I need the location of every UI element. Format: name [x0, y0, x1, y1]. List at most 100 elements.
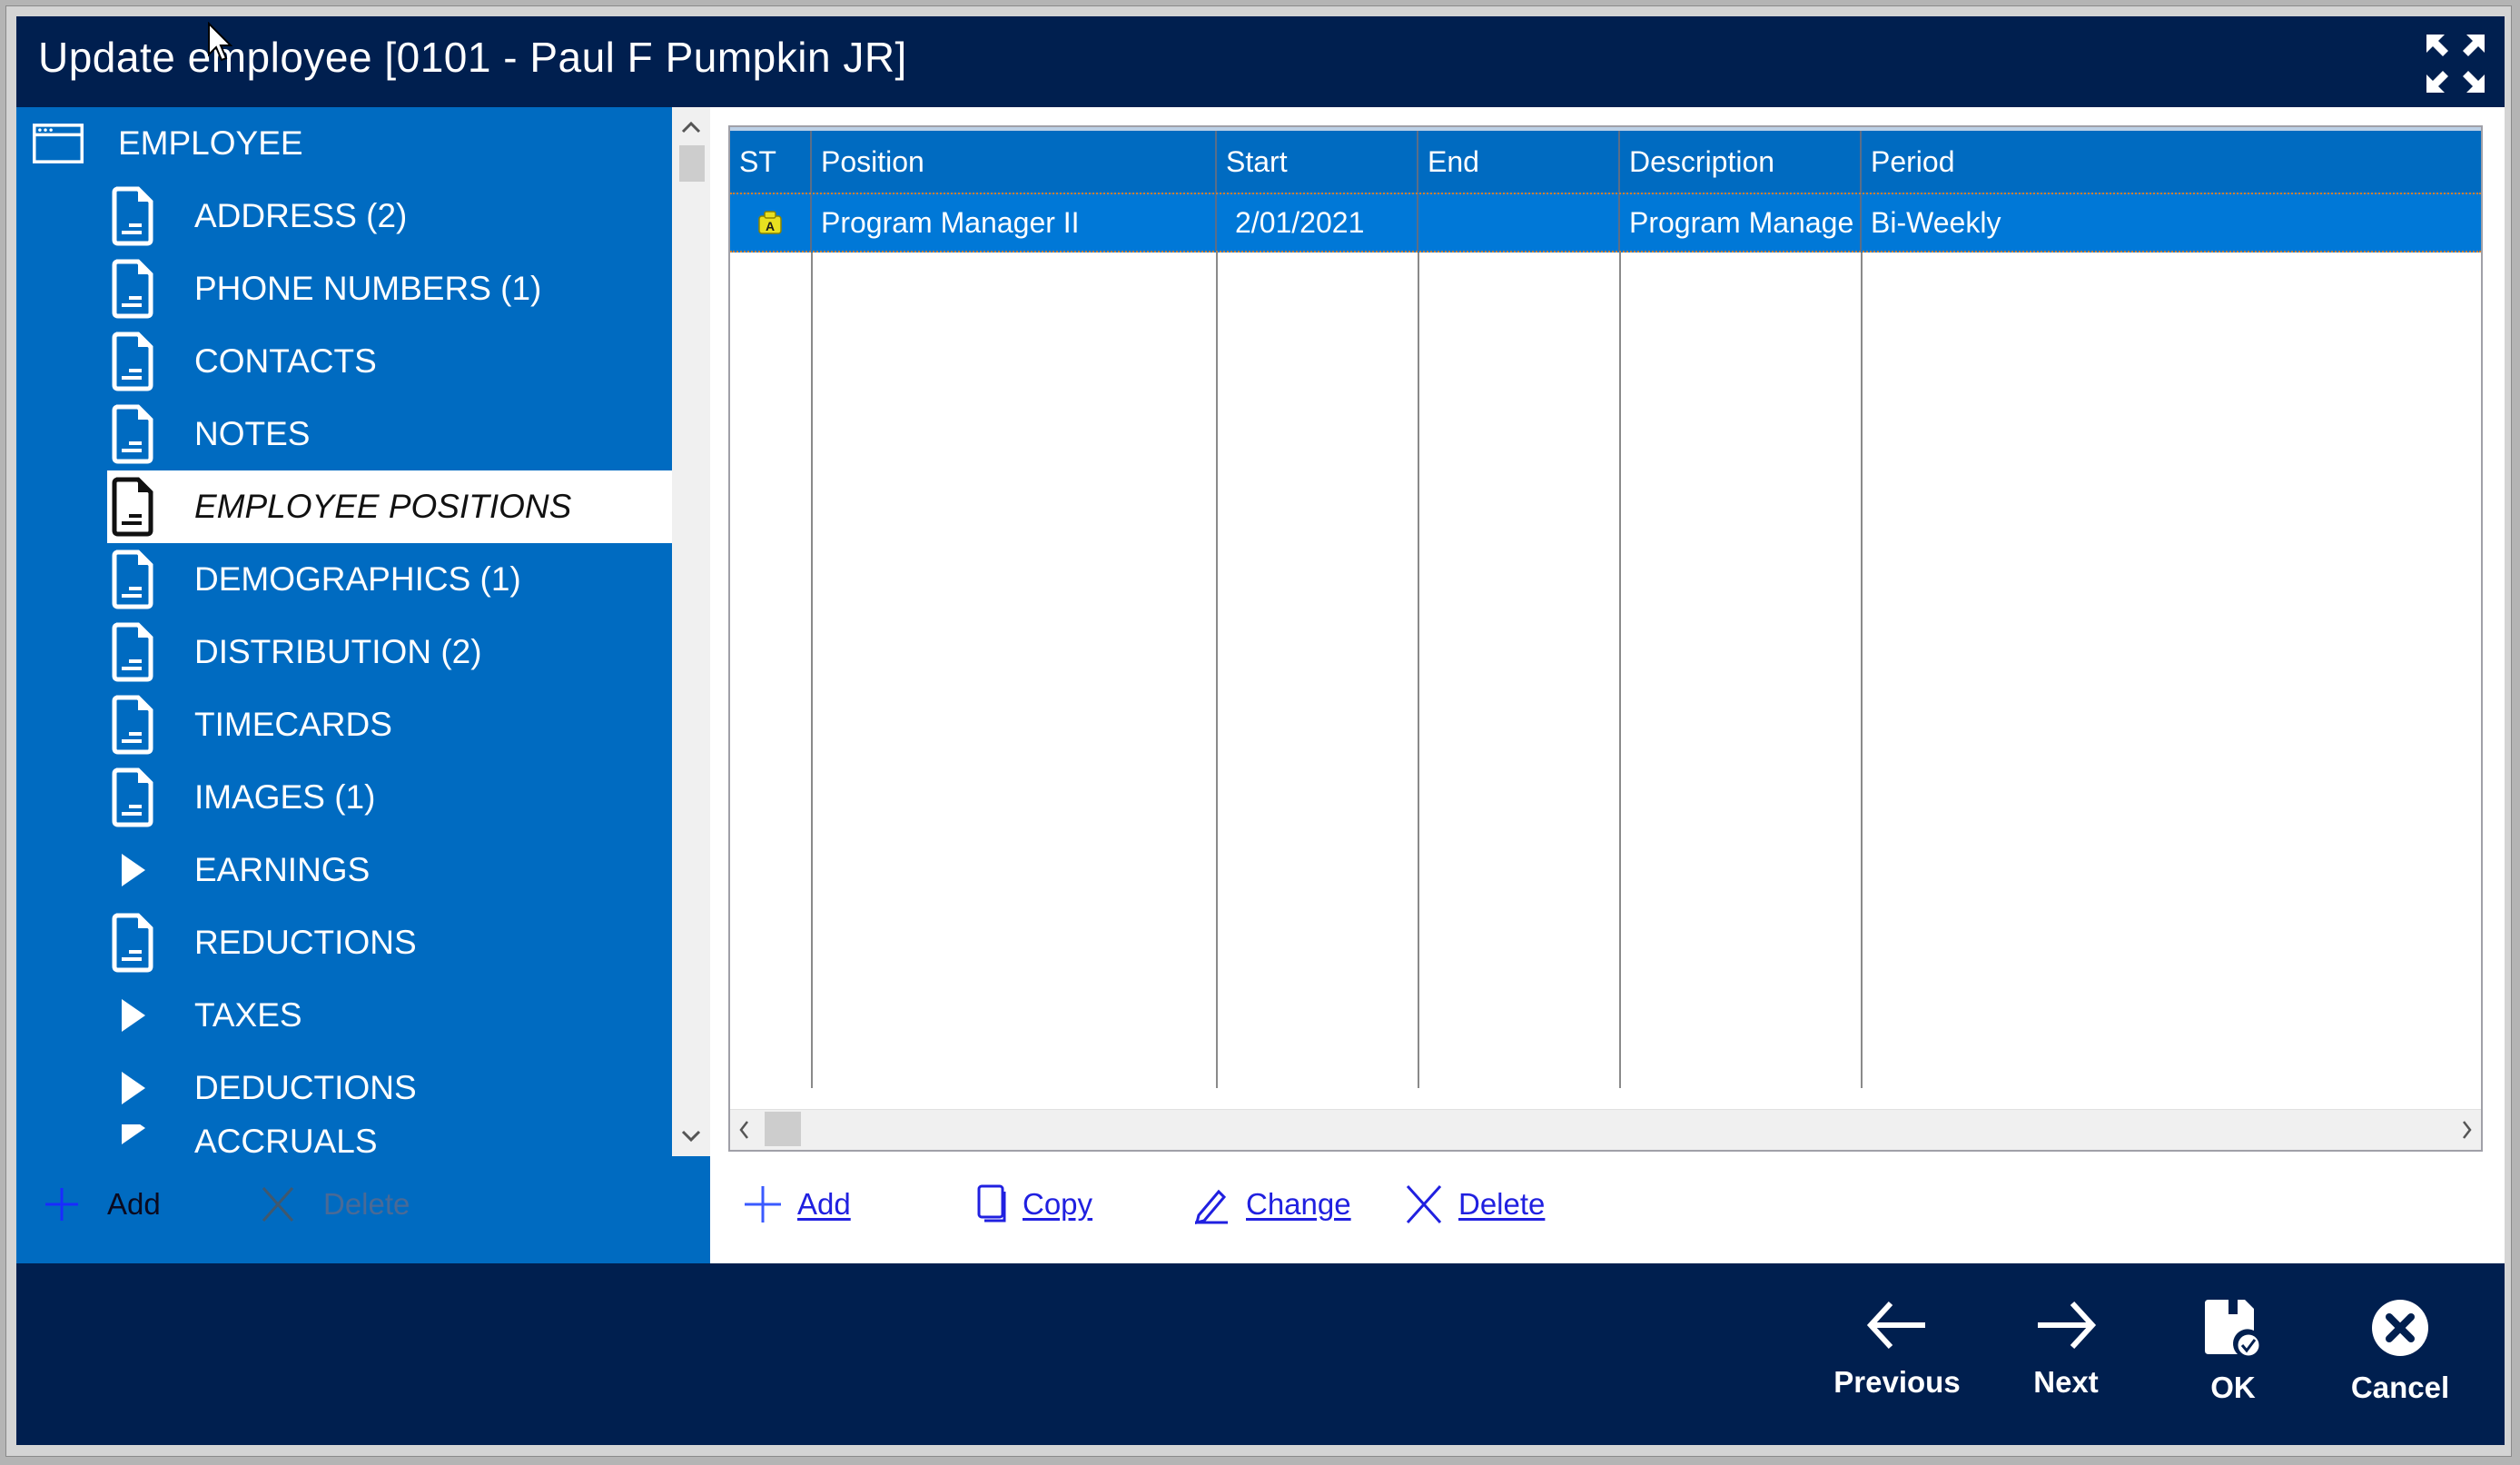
cancel-circle-icon [2372, 1300, 2428, 1356]
tree-item-demographics[interactable]: DEMOGRAPHICS (1) [107, 543, 672, 616]
tree-add-button[interactable]: Add [44, 1186, 161, 1222]
document-icon [107, 692, 158, 757]
delete-label: Delete [1458, 1187, 1546, 1221]
tree-item-notes[interactable]: NOTES [107, 398, 672, 470]
close-x-icon [1406, 1184, 1442, 1224]
copy-position-button[interactable]: Copy [975, 1184, 1092, 1224]
column-header-st[interactable]: ST [730, 131, 812, 193]
tree-item-label: NOTES [194, 415, 311, 452]
chevron-up-icon [681, 121, 701, 134]
previous-button[interactable]: Previous [1829, 1298, 1965, 1400]
expand-triangle-icon[interactable] [107, 1124, 158, 1156]
tree-delete-button[interactable]: Delete [260, 1186, 410, 1222]
column-divider [1861, 252, 1863, 1088]
tree-item-label: CONTACTS [194, 342, 377, 380]
tree-item-accruals[interactable]: ACCRUALS [107, 1124, 672, 1156]
expand-triangle-icon[interactable] [107, 983, 158, 1048]
tree-item-address[interactable]: ADDRESS (2) [107, 180, 672, 252]
copy-icon [977, 1184, 1006, 1222]
add-label: Add [797, 1187, 851, 1221]
arrow-right-icon [2038, 1301, 2097, 1350]
tree-item-label: DISTRIBUTION (2) [194, 633, 482, 670]
document-icon [107, 329, 158, 394]
scroll-up-button[interactable] [672, 111, 710, 144]
scroll-left-button[interactable] [730, 1110, 757, 1150]
window-icon [33, 111, 84, 176]
column-header-end[interactable]: End [1418, 131, 1620, 193]
grid-horizontal-scrollbar[interactable] [730, 1109, 2481, 1150]
mouse-pointer-icon [208, 22, 232, 62]
navigation-sidebar: EMPLOYEE ADDRESS (2) PHONE NUMBERS (1) CON… [16, 107, 710, 1263]
tree-item-distribution[interactable]: DISTRIBUTION (2) [107, 616, 672, 688]
tree-item-contacts[interactable]: CONTACTS [107, 325, 672, 398]
tree-item-images[interactable]: IMAGES (1) [107, 761, 672, 834]
tree-item-label: DEDUCTIONS [194, 1069, 417, 1106]
tree-item-label: EMPLOYEE [118, 124, 303, 162]
tree-item-employee[interactable]: EMPLOYEE [16, 107, 672, 180]
title-bar: Update employee [0101 - Paul F Pumpkin J… [16, 16, 2505, 107]
chevron-left-icon [739, 1121, 748, 1139]
next-button[interactable]: Next [1998, 1298, 2134, 1400]
active-lock-icon: A [758, 211, 782, 234]
position-cell: Program Manager II [812, 194, 1217, 251]
tree-item-deductions[interactable]: DEDUCTIONS [107, 1052, 672, 1124]
column-header-start[interactable]: Start [1217, 131, 1418, 193]
tree-actions: Add Delete [16, 1168, 710, 1250]
cancel-label: Cancel [2350, 1371, 2450, 1404]
grid-actions: Add Copy Change Delete [728, 1168, 1636, 1241]
positions-grid: ST Position Start End Description Period… [728, 125, 2483, 1152]
save-check-icon [2205, 1300, 2262, 1358]
description-cell: Program Manage [1620, 194, 1862, 251]
column-header-period[interactable]: Period [1862, 131, 2481, 193]
scroll-thumb[interactable] [765, 1112, 801, 1146]
tree-item-reductions[interactable]: REDUCTIONS [107, 906, 672, 979]
scroll-down-button[interactable] [672, 1120, 710, 1153]
delete-position-button[interactable]: Delete [1404, 1184, 1545, 1224]
expand-arrows-icon [2426, 35, 2485, 93]
content-panel: ST Position Start End Description Period… [710, 107, 2505, 1263]
svg-text:A: A [766, 219, 775, 233]
add-position-button[interactable]: Add [743, 1184, 851, 1224]
column-divider [1619, 252, 1621, 1088]
document-icon [107, 256, 158, 322]
scroll-thumb[interactable] [679, 145, 705, 182]
tree-item-label: EMPLOYEE POSITIONS [194, 488, 572, 525]
document-icon [107, 474, 158, 539]
tree-add-label: Add [107, 1187, 161, 1221]
tree-item-phone-numbers[interactable]: PHONE NUMBERS (1) [107, 252, 672, 325]
copy-label: Copy [1023, 1187, 1093, 1221]
expand-triangle-icon[interactable] [107, 1055, 158, 1121]
document-icon [107, 401, 158, 467]
cancel-button[interactable]: Cancel [2332, 1298, 2468, 1405]
pencil-icon [1194, 1189, 1228, 1224]
column-header-description[interactable]: Description [1620, 131, 1862, 193]
tree-item-label: TAXES [194, 996, 302, 1034]
next-label: Next [2033, 1365, 2099, 1399]
expand-triangle-icon[interactable] [107, 837, 158, 903]
scroll-right-button[interactable] [2454, 1110, 2481, 1150]
tree-item-label: ACCRUALS [194, 1124, 378, 1156]
grid-header: ST Position Start End Description Period [730, 127, 2481, 193]
document-icon [107, 547, 158, 612]
tree-delete-label: Delete [323, 1187, 410, 1221]
period-cell: Bi-Weekly [1871, 205, 2001, 239]
end-cell [1418, 194, 1620, 251]
previous-label: Previous [1833, 1365, 1961, 1399]
change-label: Change [1246, 1187, 1351, 1221]
tree-vertical-scrollbar[interactable] [672, 107, 710, 1156]
tree-item-taxes[interactable]: TAXES [107, 979, 672, 1052]
tree-item-earnings[interactable]: EARNINGS [107, 834, 672, 906]
chevron-right-icon [2463, 1121, 2472, 1139]
tree-item-timecards[interactable]: TIMECARDS [107, 688, 672, 761]
status-cell: A [730, 194, 812, 251]
column-header-position[interactable]: Position [812, 131, 1217, 193]
change-position-button[interactable]: Change [1191, 1184, 1351, 1224]
maximize-button[interactable] [2423, 31, 2488, 96]
ok-button[interactable]: OK [2165, 1298, 2301, 1405]
tree-item-label: EARNINGS [194, 851, 371, 888]
arrow-left-icon [1866, 1301, 1925, 1350]
tree-item-employee-positions[interactable]: EMPLOYEE POSITIONS [107, 470, 672, 543]
document-icon [107, 619, 158, 685]
table-row[interactable]: A Program Manager II 2/01/2021 Program M… [730, 193, 2481, 252]
document-icon [107, 765, 158, 830]
